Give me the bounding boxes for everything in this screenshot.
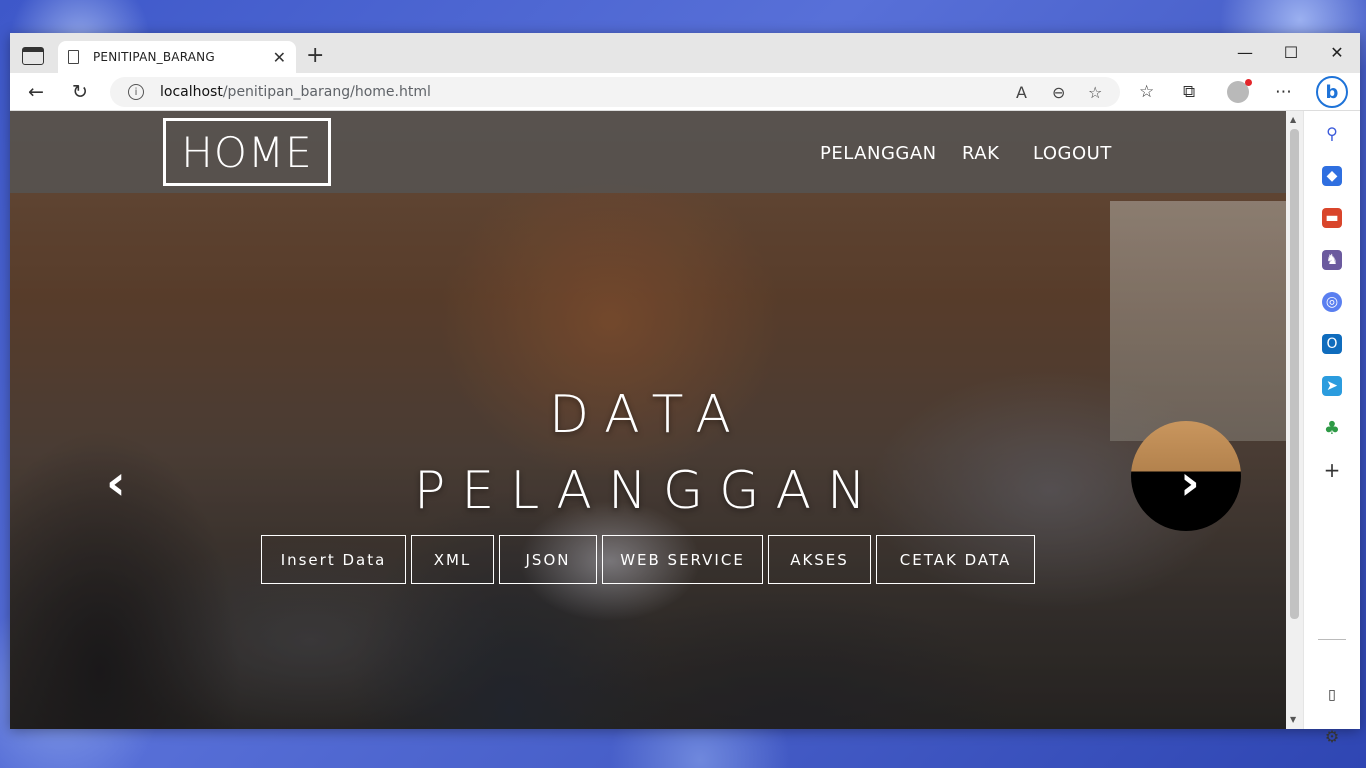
tab-title: PENITIPAN_BARANG: [93, 50, 215, 64]
cetak-data-button[interactable]: CETAK DATA: [876, 535, 1035, 584]
favorites-icon[interactable]: ☆: [1139, 82, 1154, 102]
settings-icon[interactable]: ⚙: [1322, 726, 1342, 746]
url-text[interactable]: localhost/penitipan_barang/home.html: [160, 84, 431, 100]
add-favorite-icon[interactable]: ☆: [1088, 83, 1102, 102]
web-service-button[interactable]: WEB SERVICE: [602, 535, 763, 584]
read-aloud-icon[interactable]: A: [1016, 83, 1027, 102]
page-viewport: HOME PELANGGAN RAK LOGOUT DATA PELANGGAN…: [10, 111, 1286, 729]
tab-actions-icon[interactable]: [22, 47, 44, 65]
collections-icon[interactable]: ⧉: [1183, 82, 1195, 102]
menu-pelanggan[interactable]: PELANGGAN: [820, 143, 937, 164]
split-screen-icon[interactable]: ▯: [1322, 685, 1342, 705]
address-bar[interactable]: i localhost/penitipan_barang/home.html A…: [110, 77, 1120, 107]
outlook-icon[interactable]: O: [1322, 334, 1342, 354]
back-icon[interactable]: ←: [28, 81, 44, 103]
shopping-tag-icon[interactable]: ◆: [1322, 166, 1342, 186]
games-icon[interactable]: ♞: [1322, 250, 1342, 270]
document-icon: [68, 50, 79, 64]
page-scrollbar[interactable]: ▲ ▼: [1286, 111, 1303, 729]
new-tab-button[interactable]: +: [306, 45, 324, 67]
insert-data-button[interactable]: Insert Data: [261, 535, 406, 584]
send-icon[interactable]: ➤: [1322, 376, 1342, 396]
microsoft365-icon[interactable]: ◎: [1322, 292, 1342, 312]
add-icon[interactable]: +: [1322, 458, 1342, 482]
akses-button[interactable]: AKSES: [768, 535, 871, 584]
prev-slide-icon[interactable]: ‹: [106, 455, 126, 511]
close-window-button[interactable]: ✕: [1327, 43, 1347, 62]
info-icon[interactable]: i: [128, 84, 144, 100]
bing-icon[interactable]: b: [1316, 76, 1348, 108]
zoom-out-icon[interactable]: ⊖: [1052, 83, 1065, 102]
home-brand-link[interactable]: HOME: [163, 118, 331, 186]
xml-button[interactable]: XML: [411, 535, 494, 584]
site-navbar: HOME PELANGGAN RAK LOGOUT: [10, 111, 1286, 193]
scroll-down-icon[interactable]: ▼: [1290, 715, 1296, 724]
scroll-thumb[interactable]: [1290, 129, 1299, 619]
tab-strip: PENITIPAN_BARANG ✕ + — ☐ ✕: [10, 33, 1360, 73]
sidebar-divider: [1318, 639, 1346, 640]
minimize-button[interactable]: —: [1235, 43, 1255, 62]
search-icon[interactable]: ⚲: [1322, 123, 1342, 143]
refresh-icon[interactable]: ↻: [72, 81, 88, 103]
browser-window: PENITIPAN_BARANG ✕ + — ☐ ✕ ← ↻ i localho…: [10, 33, 1360, 746]
maximize-button[interactable]: ☐: [1281, 43, 1301, 62]
active-tab[interactable]: PENITIPAN_BARANG ✕: [58, 41, 296, 73]
profile-avatar[interactable]: [1227, 79, 1252, 103]
hero-line-1: DATA: [549, 385, 747, 445]
menu-logout[interactable]: LOGOUT: [1033, 143, 1112, 164]
hero-title: DATA PELANGGAN: [10, 377, 1286, 529]
address-toolbar: ← ↻ i localhost/penitipan_barang/home.ht…: [10, 73, 1360, 111]
menu-rak[interactable]: RAK: [962, 143, 999, 164]
hero-line-2: PELANGGAN: [414, 461, 882, 521]
edge-sidebar: ⚲ ◆ ▬ ♞ ◎ O ➤ ♣ + ▯ ⚙: [1303, 111, 1360, 746]
scroll-up-icon[interactable]: ▲: [1290, 115, 1296, 124]
toolbox-icon[interactable]: ▬: [1322, 208, 1342, 228]
tree-icon[interactable]: ♣: [1322, 418, 1342, 439]
json-button[interactable]: JSON: [499, 535, 597, 584]
more-options-icon[interactable]: ⋯: [1275, 82, 1292, 102]
next-slide-icon[interactable]: ›: [1180, 455, 1200, 511]
close-tab-icon[interactable]: ✕: [273, 48, 286, 67]
